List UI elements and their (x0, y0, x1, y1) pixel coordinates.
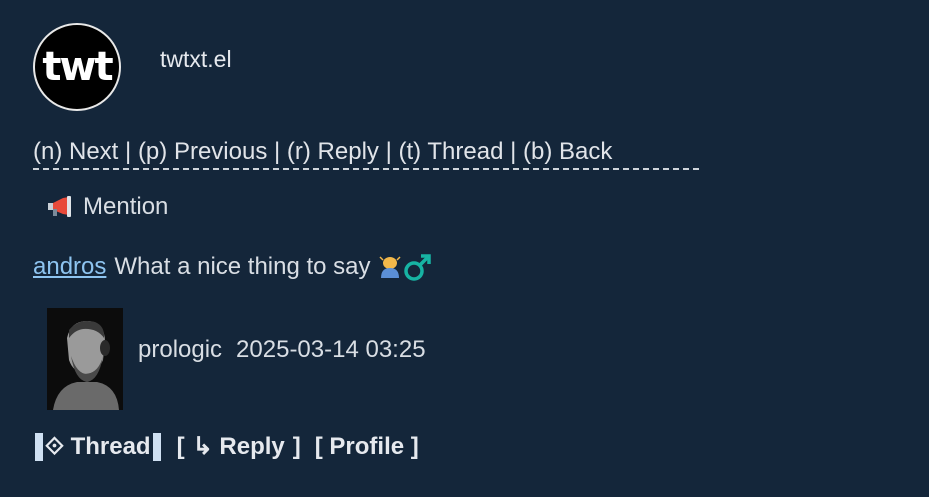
profile-button[interactable]: [ Profile ] (315, 433, 419, 461)
post-actions: ⟐ Thread [ ↳ Reply ] [ Profile ] (33, 432, 419, 461)
nav-reply[interactable]: (r) Reply (287, 138, 379, 165)
author-meta: prologic 2025-03-14 03:25 (138, 336, 426, 364)
dashed-divider (33, 168, 699, 170)
author-name[interactable]: prologic (138, 336, 222, 363)
nav-separator: | (267, 138, 287, 165)
author-avatar[interactable] (47, 308, 123, 410)
mention-header: Mention (47, 193, 168, 221)
avatar-image (47, 308, 123, 410)
nav-previous[interactable]: (p) Previous (138, 138, 267, 165)
nav-back[interactable]: (b) Back (523, 138, 612, 165)
navigation-bar: (n) Next | (p) Previous | (r) Reply | (t… (33, 138, 612, 166)
thread-button[interactable]: ⟐ Thread (45, 433, 151, 461)
mention-label: Mention (83, 193, 169, 220)
nav-separator: | (118, 138, 138, 165)
reply-bracket-open: [ (176, 432, 185, 460)
reply-button[interactable]: ↳ Reply (193, 432, 285, 461)
logo-text: twt (42, 44, 113, 90)
nav-thread[interactable]: (t) Thread (398, 138, 503, 165)
person-bowing-icon (379, 256, 401, 278)
thread-bracket-open (35, 432, 43, 461)
mention-user-link[interactable]: andros (33, 253, 106, 281)
male-sign-icon (403, 254, 431, 281)
megaphone-icon (48, 196, 71, 217)
nav-separator: | (503, 138, 523, 165)
message-text: What a nice thing to say (114, 253, 371, 280)
thread-bracket-close (152, 432, 161, 461)
post-timestamp: 2025-03-14 03:25 (236, 336, 426, 363)
twt-logo: twt (33, 23, 121, 111)
nav-next[interactable]: (n) Next (33, 138, 118, 165)
reply-bracket-close: ] (292, 432, 301, 460)
message-body: andros What a nice thing to say (33, 252, 433, 282)
app-title: twtxt.el (160, 46, 232, 72)
nav-separator: | (378, 138, 399, 165)
